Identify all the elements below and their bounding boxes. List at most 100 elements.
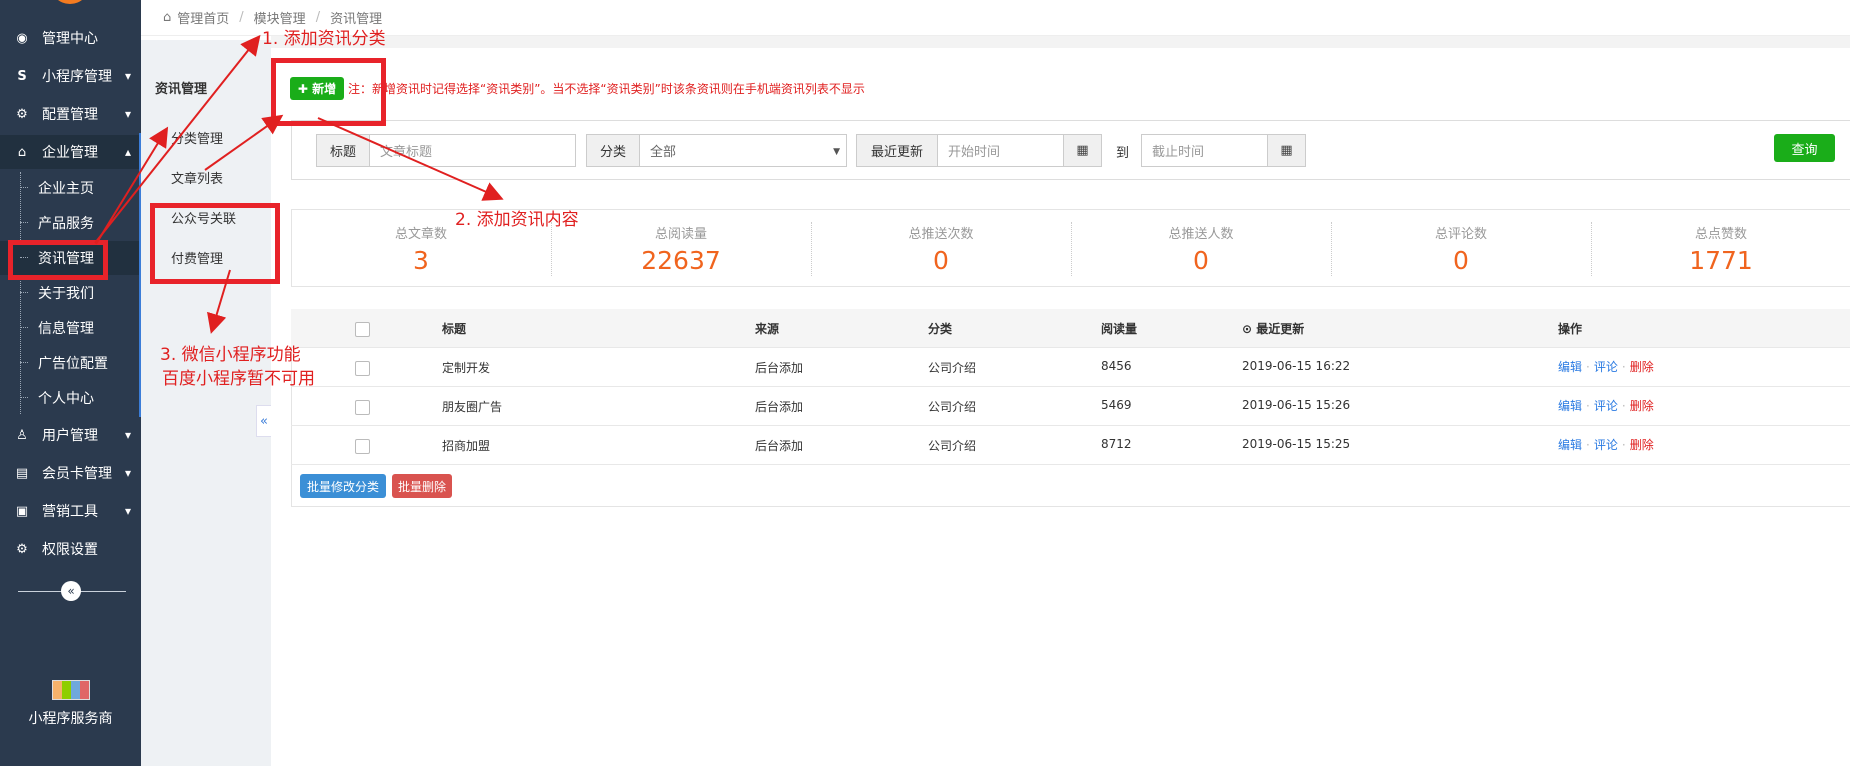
main-sidebar: ◉ 管理中心 S 小程序管理 ▾ ⚙ 配置管理 ▾ ⌂ 企业管理 ▴ 企业主页 … [0,0,141,766]
category-filter-select[interactable]: 全部 ▼ [639,134,847,167]
sidebar-item-label: 权限设置 [42,542,98,558]
row-category: 公司介绍 [928,439,977,453]
title-filter-label: 标题 [316,134,370,167]
home-icon: ⌂ [163,10,172,25]
sidebar-subitem-label: 关于我们 [38,286,94,302]
sidebar-subitem-label: 信息管理 [38,321,94,337]
edit-link[interactable]: 编辑 [1558,399,1582,413]
row-checkbox[interactable] [355,400,370,415]
batch-delete-button[interactable]: 批量删除 [392,474,452,498]
chevron-down-icon: ▾ [124,428,131,442]
stat-total-comments: 总评论数 0 [1331,209,1591,287]
sidebar-item-label: 企业管理 [42,145,98,161]
breadcrumb-separator: / [239,10,244,25]
sidebar-subitem-info[interactable]: 信息管理 [0,311,141,345]
secondary-menu-title: 资讯管理 [155,82,208,97]
calendar-icon[interactable]: ▦ [1063,134,1102,167]
sidebar-item-miniprogram[interactable]: S 小程序管理 ▾ [0,59,141,93]
select-all-checkbox[interactable] [355,322,370,337]
sidebar-item-label: 小程序管理 [42,69,112,85]
sidebar-subitem-label: 广告位配置 [38,356,108,372]
sidebar-subitem-about[interactable]: 关于我们 [0,276,141,310]
stat-label: 总点赞数 [1694,227,1747,242]
sidebar-item-label: 管理中心 [42,31,98,47]
row-title: 朋友圈广告 [442,400,503,414]
annotation-step-1: 1. 添加资讯分类 [262,29,386,49]
start-date-input[interactable]: 开始时间 [937,134,1064,167]
clock-icon: ⊙ [1242,322,1253,336]
annotation-box-news [8,240,108,280]
breadcrumb: ⌂ 管理首页 / 模块管理 / 资讯管理 [141,0,1850,36]
breadcrumb-home[interactable]: 管理首页 [177,8,229,27]
query-button[interactable]: 查询 [1774,134,1835,162]
sidebar-subitem-profile[interactable]: 个人中心 [0,381,141,415]
sidebar-item-label: 会员卡管理 [42,466,112,482]
header-category: 分类 [928,322,953,336]
row-updated: 2019-06-15 16:22 [1242,359,1351,373]
secondary-menu-item-articles[interactable]: 文章列表 [171,168,223,187]
sidebar-item-users[interactable]: ♙ 用户管理 ▾ [0,418,141,452]
category-filter-label: 分类 [586,134,640,167]
sidebar-collapse-button[interactable]: « [61,581,81,601]
sidebar-subitem-homepage[interactable]: 企业主页 [0,171,141,205]
stat-total-likes: 总点赞数 1771 [1591,209,1850,287]
comment-link[interactable]: 评论 [1594,399,1618,413]
secondary-menu: 资讯管理 分类管理 文章列表 公众号关联 付费管理 [141,40,271,766]
title-filter-input[interactable]: 文章标题 [369,134,576,167]
row-actions: 编辑 · 评论 · 删除 [1558,436,1654,453]
edit-link[interactable]: 编辑 [1558,360,1582,374]
row-actions: 编辑 · 评论 · 删除 [1558,397,1654,414]
row-actions: 编辑 · 评论 · 删除 [1558,358,1654,375]
gears-icon: ⚙ [16,106,28,122]
edit-link[interactable]: 编辑 [1558,438,1582,452]
stat-value: 1771 [1689,246,1753,275]
sidebar-item-marketing[interactable]: ▣ 营销工具 ▾ [0,494,141,528]
table-header [291,309,1850,348]
row-category: 公司介绍 [928,400,977,414]
breadcrumb-separator: / [315,10,321,25]
delete-link[interactable]: 删除 [1630,399,1654,413]
sidebar-item-enterprise[interactable]: ⌂ 企业管理 ▴ [0,135,141,169]
separator: · [1586,399,1590,413]
stat-value: 0 [933,246,949,275]
header-updated[interactable]: ⊙ 最近更新 [1242,320,1304,337]
row-divider [291,386,1850,387]
logo [50,0,90,4]
comment-link[interactable]: 评论 [1594,438,1618,452]
row-checkbox[interactable] [355,361,370,376]
delete-link[interactable]: 删除 [1630,360,1654,374]
stat-value: 0 [1193,246,1209,275]
batch-edit-category-button[interactable]: 批量修改分类 [300,474,386,498]
comment-link[interactable]: 评论 [1594,360,1618,374]
row-checkbox[interactable] [355,439,370,454]
calendar-icon[interactable]: ▦ [1267,134,1306,167]
stat-value: 3 [413,246,429,275]
row-source: 后台添加 [755,439,804,453]
row-divider [291,347,1850,348]
card-icon: ▤ [15,465,29,481]
sidebar-subitem-products[interactable]: 产品服务 [0,206,141,240]
date-range-to: 到 [1116,146,1130,161]
end-date-input[interactable]: 截止时间 [1141,134,1268,167]
header-source: 来源 [755,322,780,336]
stat-total-pushes: 总推送次数 0 [811,209,1071,287]
stat-value: 0 [1453,246,1469,275]
sidebar-subitem-label: 个人中心 [38,391,94,407]
stat-total-reads: 总阅读量 22637 [551,209,811,287]
secondary-menu-item-categories[interactable]: 分类管理 [171,128,223,147]
stat-label: 总推送人数 [1168,227,1234,242]
sidebar-item-dashboard[interactable]: ◉ 管理中心 [0,21,141,55]
sidebar-subitem-label: 产品服务 [38,216,94,232]
delete-link[interactable]: 删除 [1630,438,1654,452]
miniprogram-icon: S [17,68,27,84]
sidebar-item-config[interactable]: ⚙ 配置管理 ▾ [0,97,141,131]
row-updated: 2019-06-15 15:26 [1242,398,1351,412]
sidebar-item-permissions[interactable]: ⚙ 权限设置 [0,532,141,566]
sidebar-subitem-ads[interactable]: 广告位配置 [0,346,141,380]
updated-filter-label: 最近更新 [856,134,938,167]
chevron-up-icon: ▴ [124,145,131,159]
row-source: 后台添加 [755,400,804,414]
header-title: 标题 [442,322,467,336]
secondary-menu-collapse-button[interactable]: « [256,405,271,437]
sidebar-item-membership[interactable]: ▤ 会员卡管理 ▾ [0,456,141,490]
